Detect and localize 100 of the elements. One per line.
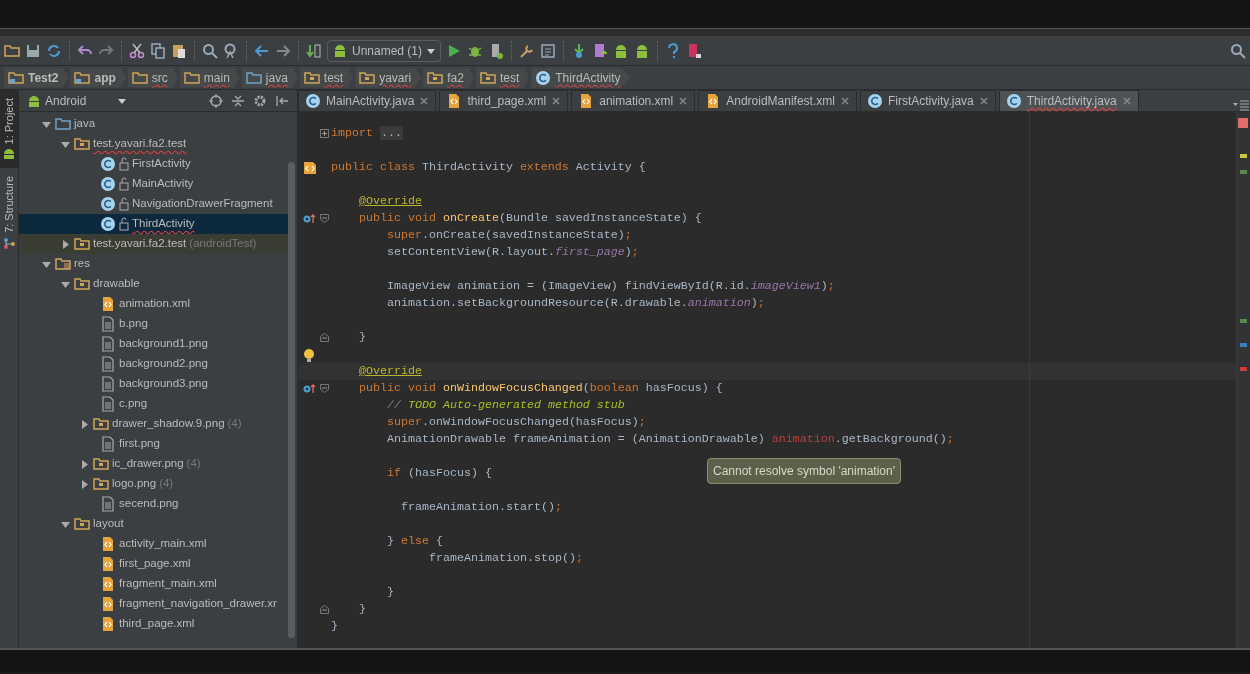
hide-icon[interactable] [275,93,289,108]
breadcrumb[interactable]: ThirdActivity [531,67,631,88]
breadcrumb[interactable]: java [241,67,298,88]
save-icon[interactable] [25,42,41,59]
folder-icon [8,69,24,86]
folder-icon [55,116,71,132]
tab-list-icon[interactable] [1232,99,1250,111]
code-line: public class ThirdActivity extends Activity { [331,159,646,174]
close-icon[interactable] [839,96,850,106]
collapsed-arrow-icon[interactable] [79,458,90,470]
tree-item[interactable]: drawable [19,274,288,294]
fold-icon[interactable] [320,384,329,393]
fold-icon[interactable] [320,214,329,223]
folder-icon [93,416,109,432]
expand-fold-icon[interactable] [320,129,329,138]
editor-tab[interactable]: third_page.xml [439,90,569,111]
fold-icon[interactable] [320,605,329,614]
collapsed-arrow-icon[interactable] [79,418,90,430]
run-configuration-dropdown[interactable]: Unnamed (1) [327,39,442,62]
tree-item[interactable]: background1.png [19,334,288,354]
breadcrumb[interactable]: app [70,67,126,88]
tree-item[interactable]: first.png [19,434,288,454]
image-file-icon [100,356,116,372]
scrollbar[interactable] [288,162,295,638]
editor-tab[interactable]: MainActivity.java [298,90,437,111]
close-icon[interactable] [978,96,989,106]
cut-icon[interactable] [129,42,145,59]
tree-item[interactable]: secend.png [19,494,288,514]
image-file-icon [100,496,116,512]
code-line: } [331,618,338,633]
editor-tab[interactable]: FirstActivity.java [859,90,996,111]
breadcrumb[interactable]: fa2 [423,67,474,88]
tree-item[interactable]: fragment_navigation_drawer.xr [19,594,288,614]
tree-item[interactable]: c.png [19,394,288,414]
folder-icon[interactable] [4,42,20,59]
breadcrumb[interactable]: Test2 [4,67,69,88]
lightbulb-icon[interactable] [302,347,316,362]
close-icon[interactable] [419,96,430,106]
tree-item[interactable]: background2.png [19,354,288,374]
layout-file-icon[interactable] [302,160,316,175]
breadcrumb[interactable]: main [179,67,240,88]
tree-item[interactable]: ic_drawer.png (4) [19,454,288,474]
close-icon[interactable] [678,96,689,106]
tree-item[interactable]: activity_main.xml [19,534,288,554]
close-icon[interactable] [551,96,562,106]
breadcrumb[interactable]: yavari [355,67,422,88]
forward-icon[interactable] [275,42,291,59]
tree-item[interactable]: ThirdActivity [19,214,288,234]
breadcrumb[interactable]: src [127,67,178,88]
sync-icon[interactable] [46,42,62,59]
breadcrumb[interactable]: test [299,67,354,88]
tree-item[interactable]: animation.xml [19,294,288,314]
editor-tab[interactable]: animation.xml [571,90,696,111]
search-icon[interactable] [1230,42,1246,59]
collapse-icon[interactable] [231,93,245,108]
tooltip: Cannot resolve symbol 'animation' [707,458,901,484]
tree-item[interactable]: first_page.xml [19,554,288,574]
back-icon[interactable] [254,42,270,59]
structure-icon[interactable] [540,42,557,59]
tree-item[interactable]: test.yavari.fa2.test (androidTest) [19,234,288,254]
class-icon [100,176,116,192]
search-icon[interactable] [202,42,218,59]
collapsed-arrow-icon[interactable] [79,478,90,490]
collapsed-arrow-icon[interactable] [60,238,71,250]
copy-icon[interactable] [150,42,166,59]
tool-window-tab[interactable]: 7: Structure [0,168,18,258]
tree-item[interactable]: res [19,254,288,274]
tool-window-tab[interactable]: 1: Project [0,90,18,169]
tree-item[interactable]: fragment_main.xml [19,574,288,594]
code-line: animation.setBackgroundResource(R.drawable.animation); [387,295,765,310]
tree-item[interactable]: logo.png (4) [19,474,288,494]
view-dropdown[interactable]: Android [27,91,127,110]
fold-icon[interactable] [320,333,329,342]
tree-item[interactable]: drawer_shadow.9.png (4) [19,414,288,434]
locate-icon[interactable] [209,93,223,108]
tree-item[interactable]: b.png [19,314,288,334]
tree-item[interactable]: layout [19,514,288,534]
code-line: frameAnimation.stop(); [429,550,583,565]
tree-item[interactable]: test.yavari.fa2.test [19,134,288,154]
tree-item[interactable]: java [19,114,288,134]
android-icon [332,42,348,59]
folder-icon [479,69,496,86]
editor-tab[interactable]: ThirdActivity.java [998,90,1139,111]
tree-item[interactable]: MainActivity [19,174,288,194]
class-icon [535,69,552,86]
xml-file-icon [100,596,116,612]
paste-icon[interactable] [171,42,187,59]
settings-icon[interactable] [253,93,267,108]
xml-file-icon [100,556,116,572]
editor-tab[interactable]: AndroidManifest.xml [698,90,857,111]
tree-item[interactable]: background3.png [19,374,288,394]
tools-icon[interactable] [519,42,536,59]
tree-item[interactable]: NavigationDrawerFragment [19,194,288,214]
breadcrumb[interactable]: test [475,67,530,88]
code-line: @Override [359,193,422,208]
code-line: super.onCreate(savedInstanceState); [387,227,632,242]
lock-icon [119,157,129,171]
tree-item[interactable]: third_page.xml [19,614,288,634]
tree-item[interactable]: FirstActivity [19,154,288,174]
lock-icon [119,217,129,231]
